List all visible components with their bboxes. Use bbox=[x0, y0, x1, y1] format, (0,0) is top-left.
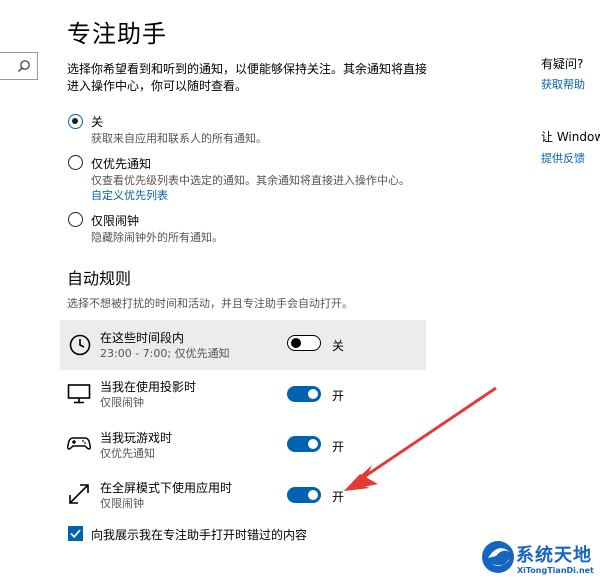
gamepad-icon bbox=[67, 437, 91, 450]
radio-off[interactable] bbox=[68, 114, 83, 129]
checkmark-icon bbox=[70, 529, 81, 539]
search-box[interactable] bbox=[0, 52, 38, 80]
radio-alarms-only[interactable] bbox=[68, 212, 83, 227]
customize-priority-list-link[interactable]: 自定义优先列表 bbox=[91, 187, 168, 203]
radio-alarms-only-label: 仅限闹钟 bbox=[91, 214, 140, 228]
show-missed-label: 向我展示我在专注助手打开时错过的内容 bbox=[91, 528, 308, 542]
monitor-icon bbox=[67, 384, 91, 404]
rule-time-title: 在这些时间段内 bbox=[100, 331, 185, 345]
radio-alarms-only-description: 隐藏除闹钟外的所有通知。 bbox=[91, 231, 223, 244]
rule-projecting-toggle[interactable] bbox=[287, 386, 321, 402]
rule-fullscreen-toggle[interactable] bbox=[287, 487, 321, 503]
rule-gaming-title: 当我玩游戏时 bbox=[100, 431, 173, 445]
rule-time-sub: 23:00 - 7:00; 仅优先通知 bbox=[100, 347, 230, 360]
give-feedback-link[interactable]: 提供反馈 bbox=[541, 150, 585, 166]
radio-priority-only[interactable] bbox=[68, 155, 83, 170]
show-missed-checkbox[interactable] bbox=[68, 526, 83, 541]
rule-time-state: 关 bbox=[332, 339, 345, 353]
rule-fullscreen-sub: 仅限闹钟 bbox=[100, 497, 144, 510]
rule-fullscreen-title: 在全屏模式下使用应用时 bbox=[100, 481, 233, 495]
improve-windows-heading: 让 Windows bbox=[541, 130, 600, 144]
auto-rules-title: 自动规则 bbox=[67, 269, 132, 288]
annotation-arrow bbox=[344, 386, 497, 491]
radio-off-label: 关 bbox=[91, 115, 104, 129]
help-question-heading: 有疑问? bbox=[541, 57, 584, 71]
get-help-link[interactable]: 获取帮助 bbox=[541, 76, 585, 92]
rule-projecting-title: 当我在使用投影时 bbox=[100, 380, 197, 394]
clock-icon bbox=[69, 334, 91, 356]
watermark-url: XiTongTianDi.net bbox=[517, 566, 594, 575]
watermark-name: 系统天地 bbox=[516, 545, 592, 566]
rule-time-toggle[interactable] bbox=[287, 335, 321, 351]
rule-gaming-sub: 仅优先通知 bbox=[100, 447, 155, 460]
page-description: 选择你希望看到和听到的通知，以便能够保持关注。其余通知将直接进入操作中心，你可以… bbox=[67, 62, 428, 93]
radio-priority-only-description: 仅查看优先级列表中选定的通知。其余通知将直接进入操作中心。 bbox=[91, 174, 410, 187]
rule-gaming-toggle[interactable] bbox=[287, 436, 321, 452]
fullscreen-icon bbox=[69, 484, 89, 504]
auto-rules-description: 选择不想被打扰的时间和活动，并且专注助手会自动打开。 bbox=[67, 297, 353, 310]
search-icon bbox=[18, 60, 30, 72]
radio-off-description: 获取来自应用和联系人的所有通知。 bbox=[91, 132, 267, 145]
rule-projecting-sub: 仅限闹钟 bbox=[100, 396, 144, 409]
page-title: 专注助手 bbox=[67, 20, 167, 48]
radio-priority-only-label: 仅优先通知 bbox=[91, 157, 152, 171]
